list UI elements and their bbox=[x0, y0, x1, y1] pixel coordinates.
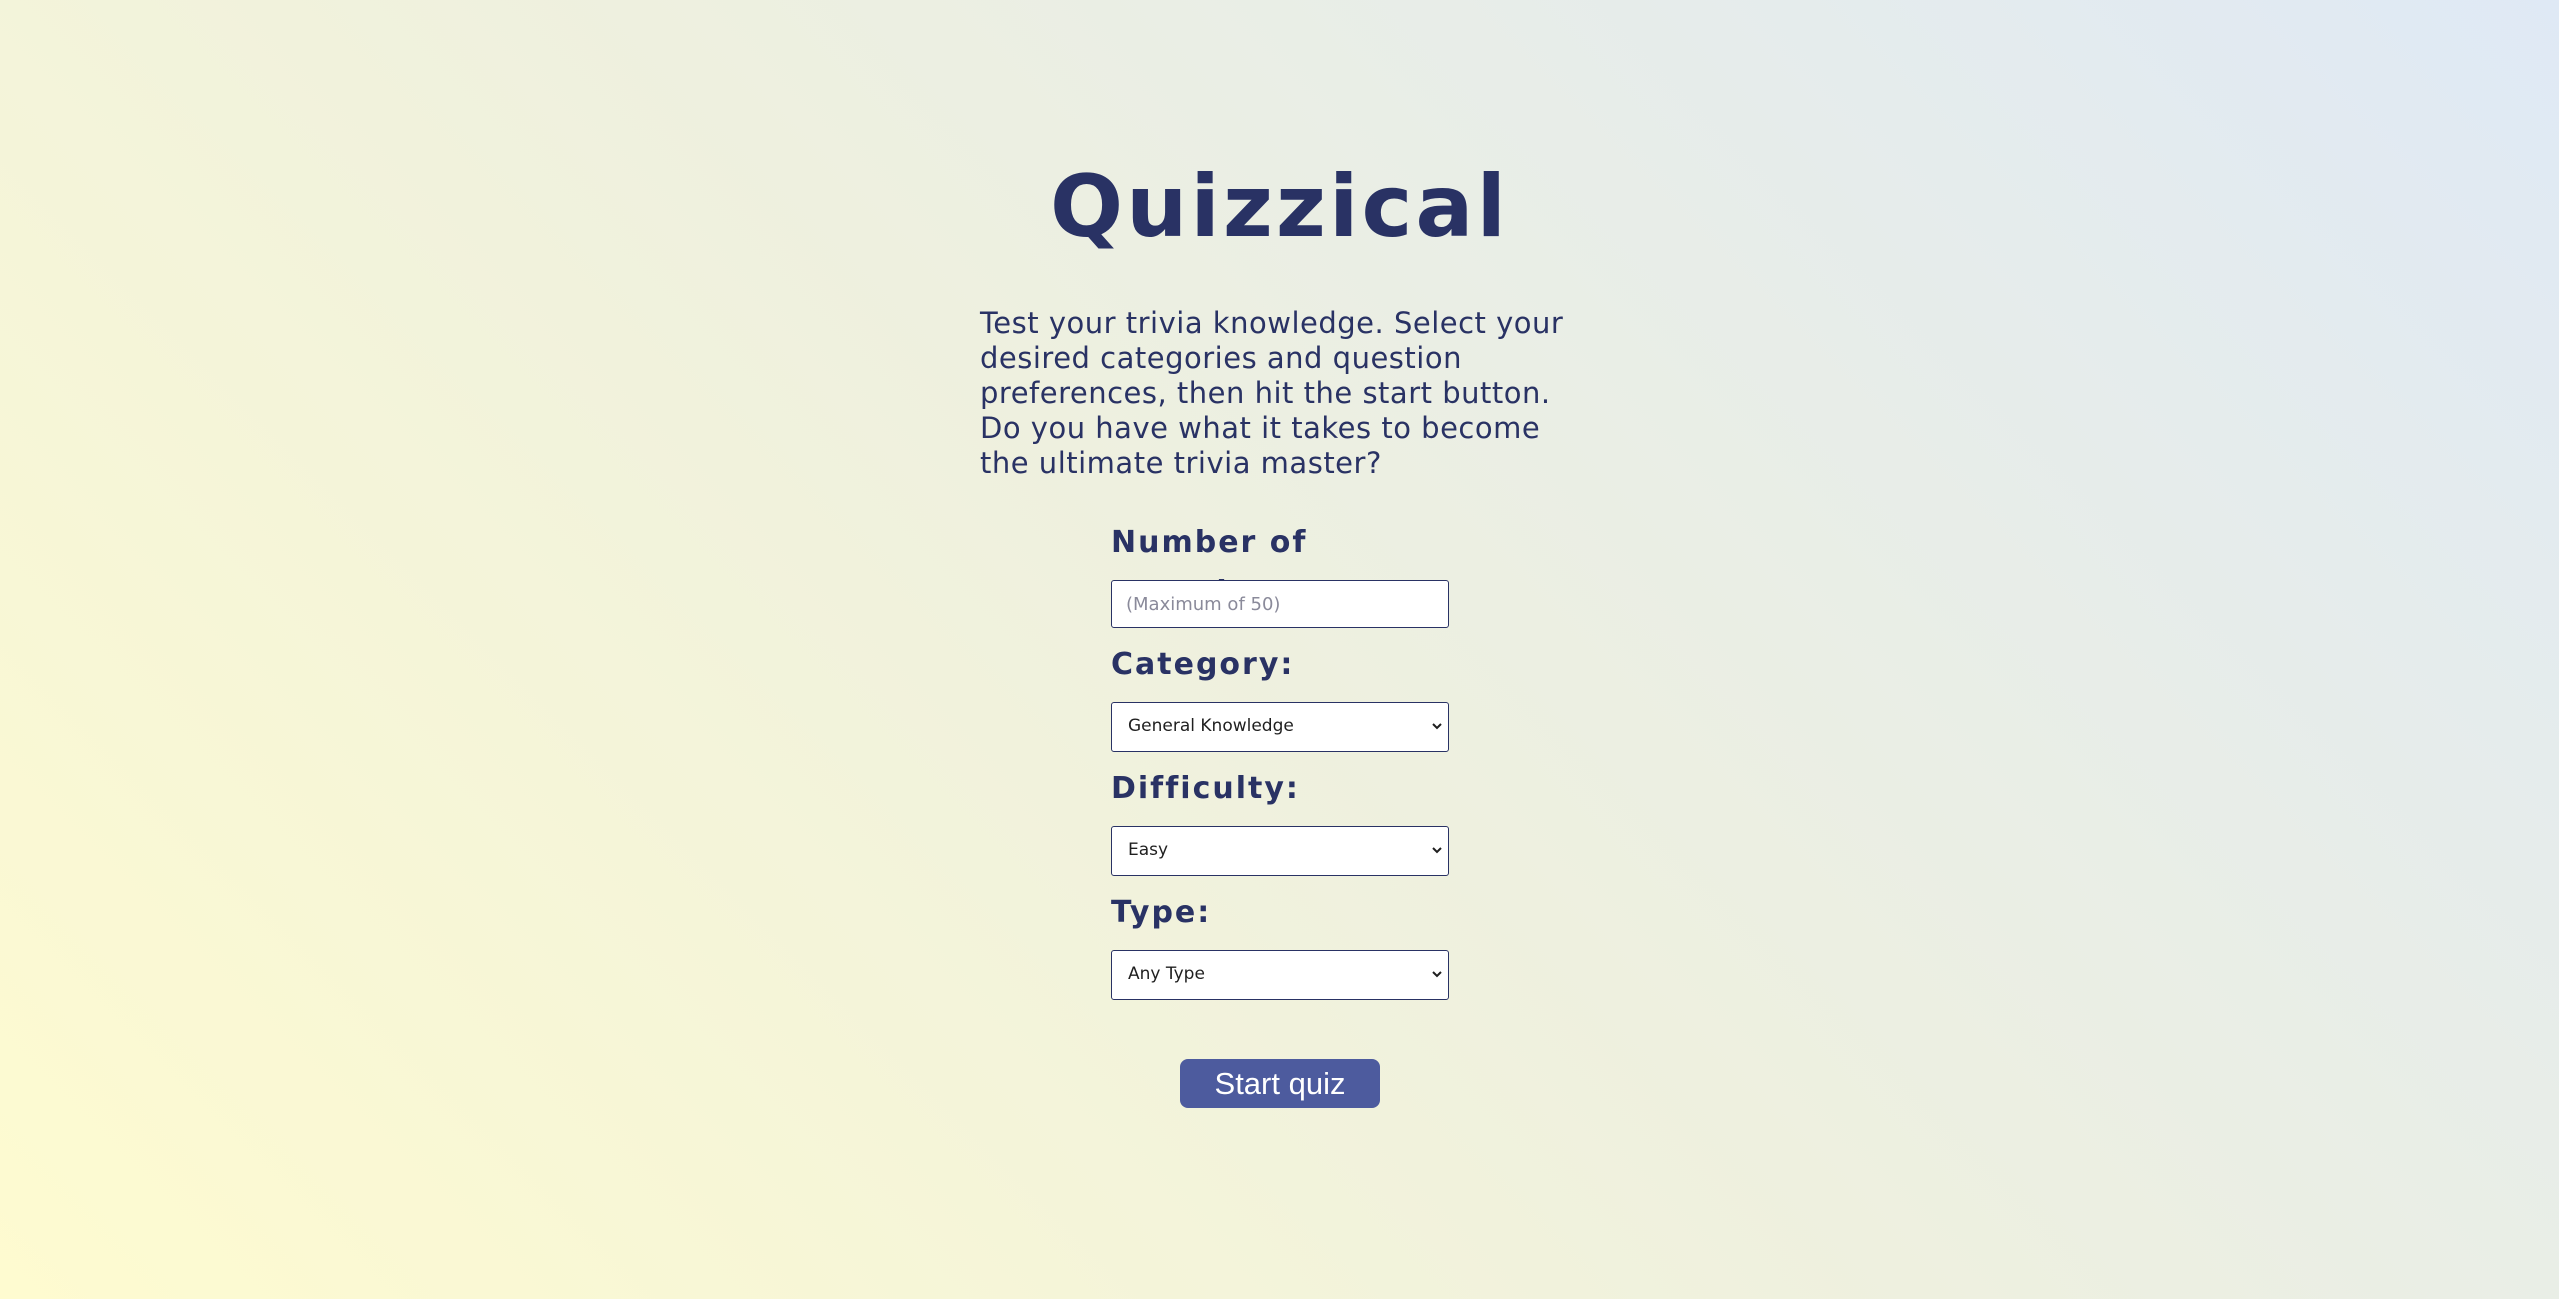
app-title: Quizzical bbox=[1050, 157, 1509, 257]
type-selected-value: Any Type bbox=[1128, 964, 1205, 984]
quiz-settings-form: Number of questions: Category: General K… bbox=[1111, 518, 1451, 1012]
quiz-setup-page: Quizzical Test your trivia knowledge. Se… bbox=[0, 0, 2559, 1299]
start-quiz-button[interactable]: Start quiz bbox=[1180, 1059, 1380, 1108]
difficulty-selected-value: Easy bbox=[1128, 840, 1169, 860]
difficulty-select[interactable]: Easy bbox=[1111, 826, 1449, 876]
chevron-down-icon bbox=[1432, 971, 1442, 978]
difficulty-label: Difficulty: bbox=[1111, 771, 1300, 806]
number-of-questions-input[interactable] bbox=[1111, 580, 1449, 628]
type-select[interactable]: Any Type bbox=[1111, 950, 1449, 1000]
chevron-down-icon bbox=[1432, 847, 1442, 854]
category-label: Category: bbox=[1111, 647, 1295, 682]
category-selected-value: General Knowledge bbox=[1128, 716, 1294, 736]
number-of-questions-label: Number of questions: bbox=[1111, 525, 1308, 610]
chevron-down-icon bbox=[1432, 723, 1442, 730]
category-select[interactable]: General Knowledge bbox=[1111, 702, 1449, 752]
type-label: Type: bbox=[1111, 895, 1212, 930]
app-description: Test your trivia knowledge. Select your … bbox=[980, 306, 1564, 480]
